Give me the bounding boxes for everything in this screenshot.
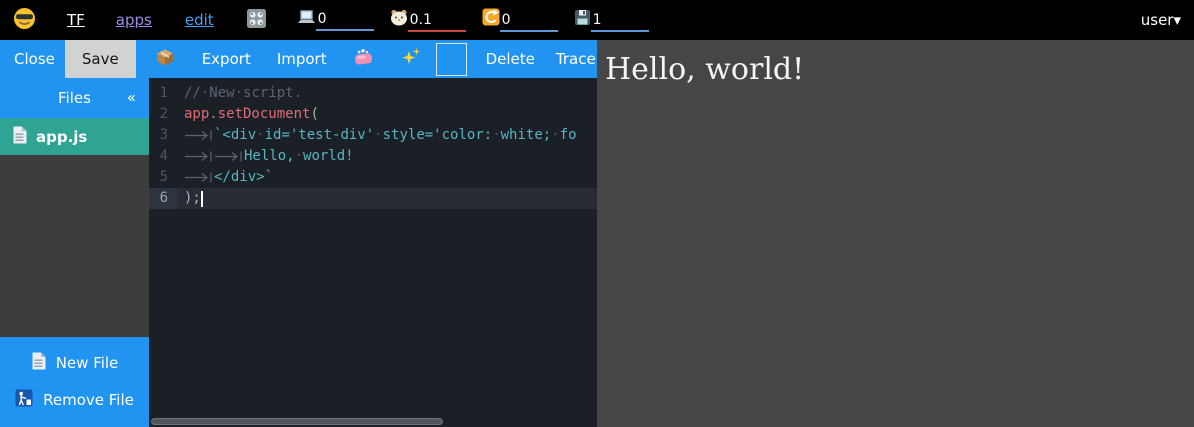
code-token: · [551, 125, 559, 146]
editor-toolbar: Close Save Export Import Delete Trace [0, 40, 597, 78]
close-button[interactable]: Close [14, 50, 55, 68]
soap-icon[interactable] [353, 49, 374, 70]
code-token: · [201, 83, 209, 104]
app-preview-pane: Hello, world! [597, 40, 1194, 427]
collapse-sidebar-button[interactable]: « [127, 89, 136, 107]
code-token: app.setDocument [184, 104, 310, 125]
tab-whitespace-icon [184, 130, 214, 141]
user-menu[interactable]: user▾ [1141, 11, 1184, 29]
nav-link-edit[interactable]: edit [185, 11, 214, 29]
import-button[interactable]: Import [277, 50, 327, 68]
metric-laptop [297, 9, 374, 31]
code-token: · [295, 146, 303, 167]
code-token: style='color: [383, 125, 493, 146]
laptop-metric-input[interactable] [316, 11, 374, 31]
line-number: 5 [149, 167, 177, 188]
new-file-icon [31, 352, 46, 374]
package-icon[interactable] [155, 48, 175, 71]
sidebar-title: Files [58, 89, 91, 107]
code-content: </div>` [177, 167, 597, 188]
text-cursor [201, 191, 203, 207]
code-token: fo [560, 125, 577, 146]
tab-whitespace-icon [184, 172, 214, 183]
metric-reload [482, 8, 558, 32]
metric-storage [574, 9, 649, 32]
nav-link-apps[interactable]: apps [116, 11, 152, 29]
code-line[interactable]: 2app.setDocument( [149, 104, 597, 125]
tab-whitespace-icon [214, 151, 244, 162]
export-button[interactable]: Export [202, 50, 251, 68]
code-line[interactable]: 1//·New·script. [149, 83, 597, 104]
hamster-icon [390, 9, 408, 30]
code-token: · [374, 125, 382, 146]
code-content: Hello,·world! [177, 146, 597, 167]
litter-bin-icon [15, 389, 33, 411]
sidebar-actions: New File Remove File [0, 337, 149, 427]
floppy-disk-icon [574, 9, 591, 30]
clockwise-arrows-icon [482, 8, 500, 30]
remove-file-button[interactable]: Remove File [0, 387, 149, 412]
code-editor[interactable]: 1//·New·script.2app.setDocument(3`<div·i… [149, 78, 597, 427]
line-number: 1 [149, 83, 177, 104]
code-token: id='test-div' [265, 125, 375, 146]
sparkles-icon[interactable] [401, 47, 421, 71]
code-token: · [235, 83, 243, 104]
code-token: ( [310, 104, 318, 125]
line-number: 6 [149, 188, 177, 209]
laptop-icon [297, 9, 316, 29]
metric-hamster [390, 9, 466, 32]
line-number: 3 [149, 125, 177, 146]
files-sidebar: Files « app.js New File [0, 78, 149, 427]
remove-file-label: Remove File [43, 391, 134, 409]
code-token: script. [243, 83, 302, 104]
code-token: New [209, 83, 234, 104]
line-number: 4 [149, 146, 177, 167]
storage-metric-input[interactable] [591, 12, 649, 32]
top-bar: TF apps edit user▾ [0, 0, 1194, 40]
code-line[interactable]: 4Hello,·world! [149, 146, 597, 167]
document-icon [12, 126, 27, 148]
code-token: · [492, 125, 500, 146]
hamster-metric-input[interactable] [408, 12, 466, 32]
code-token: Hello, [244, 146, 295, 167]
control-knobs-icon[interactable] [246, 8, 267, 33]
reload-metric-input[interactable] [500, 12, 558, 32]
line-number: 2 [149, 104, 177, 125]
new-file-button[interactable]: New File [0, 350, 149, 375]
code-token: `<div [214, 125, 256, 146]
trace-button[interactable]: Trace [556, 50, 596, 68]
workspace: Files « app.js New File [0, 78, 597, 427]
code-token: white; [501, 125, 552, 146]
code-token: // [184, 83, 201, 104]
tab-whitespace-icon [184, 151, 214, 162]
brand-link[interactable]: TF [67, 11, 85, 29]
horizontal-scrollbar[interactable] [151, 418, 443, 425]
code-line[interactable]: 6); [149, 188, 597, 209]
main-area: Close Save Export Import Delete Trace Fi… [0, 40, 1194, 427]
save-button[interactable]: Save [65, 40, 136, 78]
code-token: </div>` [214, 167, 273, 188]
code-token: · [256, 125, 264, 146]
file-item-appjs[interactable]: app.js [0, 118, 149, 155]
code-content: app.setDocument( [177, 104, 597, 125]
code-content: //·New·script. [177, 83, 597, 104]
sidebar-empty-space [0, 155, 149, 337]
code-content: ); [177, 188, 597, 209]
new-file-label: New File [56, 354, 119, 372]
smiling-face-sunglasses-icon[interactable] [13, 7, 36, 34]
code-content: `<div·id='test-div'·style='color:·white;… [177, 125, 597, 146]
code-line[interactable]: 3`<div·id='test-div'·style='color:·white… [149, 125, 597, 146]
code-token: ); [184, 188, 201, 209]
code-lines: 1//·New·script.2app.setDocument(3`<div·i… [149, 83, 597, 209]
editor-column: Close Save Export Import Delete Trace Fi… [0, 40, 597, 427]
code-token: world! [303, 146, 354, 167]
delete-button[interactable]: Delete [486, 50, 535, 68]
sidebar-header: Files « [0, 78, 149, 118]
preview-hello-text: Hello, world! [605, 52, 1194, 87]
file-name: app.js [36, 128, 87, 146]
blank-swatch-button[interactable] [436, 43, 467, 76]
code-line[interactable]: 5 </div>` [149, 167, 597, 188]
